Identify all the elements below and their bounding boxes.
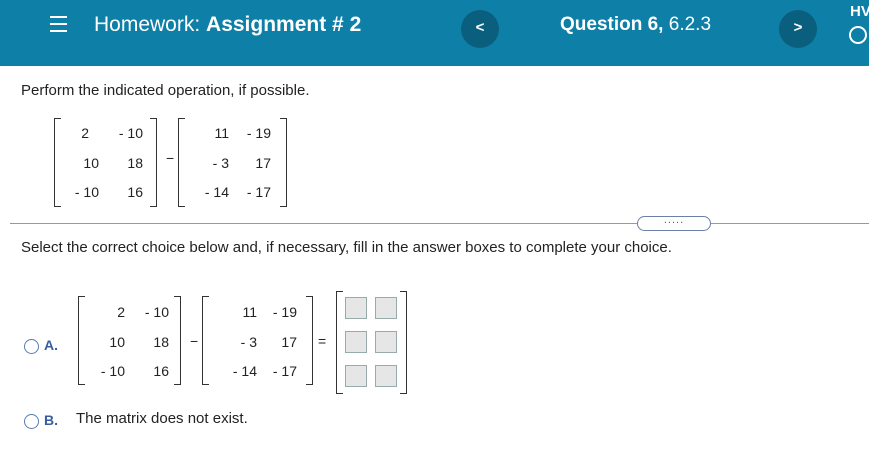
answer-box-r2c1[interactable]	[345, 331, 367, 353]
minus-operator: −	[190, 333, 199, 349]
section-divider	[10, 223, 869, 224]
problem-matrix-a: 2 - 10 10 18 - 10 16	[54, 118, 157, 208]
matrix-cell: - 10	[100, 363, 125, 379]
answer-box-r3c2[interactable]	[375, 365, 397, 387]
matrix-cell: 11	[214, 125, 229, 141]
matrix-cell: - 17	[246, 184, 271, 200]
matrix-cell: 2	[117, 304, 125, 320]
problem-matrix-b: 11 - 19 - 3 17 - 14 - 17	[178, 118, 287, 208]
choice-b-letter: B.	[44, 412, 58, 428]
right-bracket	[280, 118, 287, 207]
minus-operator: −	[166, 150, 175, 166]
matrix-cell: 10	[109, 334, 125, 350]
matrix-cell: 2	[81, 125, 89, 141]
matrix-cell: 17	[281, 334, 297, 350]
question-number: Question 6,	[560, 14, 664, 35]
left-bracket	[54, 118, 61, 207]
score-ring-icon	[849, 26, 867, 44]
left-bracket	[202, 296, 209, 385]
matrix-cell: - 10	[144, 304, 169, 320]
answer-box-r1c2[interactable]	[375, 297, 397, 319]
question-section: 6.2.3	[663, 14, 712, 35]
matrix-cell: - 14	[232, 363, 257, 379]
homework-title: Homework: Assignment # 2	[94, 13, 361, 37]
choice-b-text: The matrix does not exist.	[76, 410, 248, 427]
question-prompt: Perform the indicated operation, if poss…	[21, 82, 310, 99]
matrix-cell: 16	[127, 184, 143, 200]
answer-box-r3c1[interactable]	[345, 365, 367, 387]
left-bracket	[336, 291, 343, 394]
choice-a-letter: A.	[44, 337, 58, 353]
homework-title-prefix: Homework:	[94, 13, 207, 36]
score-label: HV	[850, 3, 869, 20]
matrix-cell: - 10	[118, 125, 143, 141]
answer-matrix	[336, 291, 407, 395]
matrix-cell: 18	[127, 155, 143, 171]
choice-a-matrix-a: 2 - 10 10 18 - 10 16	[78, 296, 181, 386]
instruction-text: Select the correct choice below and, if …	[21, 239, 672, 256]
matrix-cell: 16	[153, 363, 169, 379]
matrix-cell: 11	[242, 304, 257, 320]
next-question-button[interactable]: >	[779, 10, 817, 48]
right-bracket	[306, 296, 313, 385]
homework-title-name: Assignment # 2	[206, 13, 362, 36]
answer-box-r2c2[interactable]	[375, 331, 397, 353]
right-bracket	[400, 291, 407, 394]
question-title: Question 6, 6.2.3	[560, 14, 711, 36]
right-bracket	[174, 296, 181, 385]
left-bracket	[78, 296, 85, 385]
previous-question-button[interactable]: <	[461, 10, 499, 48]
more-button[interactable]: .....	[637, 215, 711, 231]
choice-a-matrix-b: 11 - 19 - 3 17 - 14 - 17	[202, 296, 313, 386]
matrix-cell: - 10	[74, 184, 99, 200]
equals-operator: =	[318, 333, 327, 349]
matrix-cell: 10	[83, 155, 99, 171]
matrix-cell: - 14	[204, 184, 229, 200]
matrix-cell: 17	[255, 155, 271, 171]
matrix-cell: - 3	[240, 334, 257, 350]
matrix-cell: - 19	[246, 125, 271, 141]
matrix-cell: - 19	[272, 304, 297, 320]
right-bracket	[150, 118, 157, 207]
header-bar: Homework: Assignment # 2 < Question 6, 6…	[0, 0, 869, 66]
matrix-cell: - 17	[272, 363, 297, 379]
choice-b-radio[interactable]	[24, 414, 39, 429]
matrix-cell: 18	[153, 334, 169, 350]
answer-box-r1c1[interactable]	[345, 297, 367, 319]
menu-icon[interactable]	[50, 16, 67, 33]
left-bracket	[178, 118, 185, 207]
matrix-cell: - 3	[212, 155, 229, 171]
choice-a-radio[interactable]	[24, 339, 39, 354]
